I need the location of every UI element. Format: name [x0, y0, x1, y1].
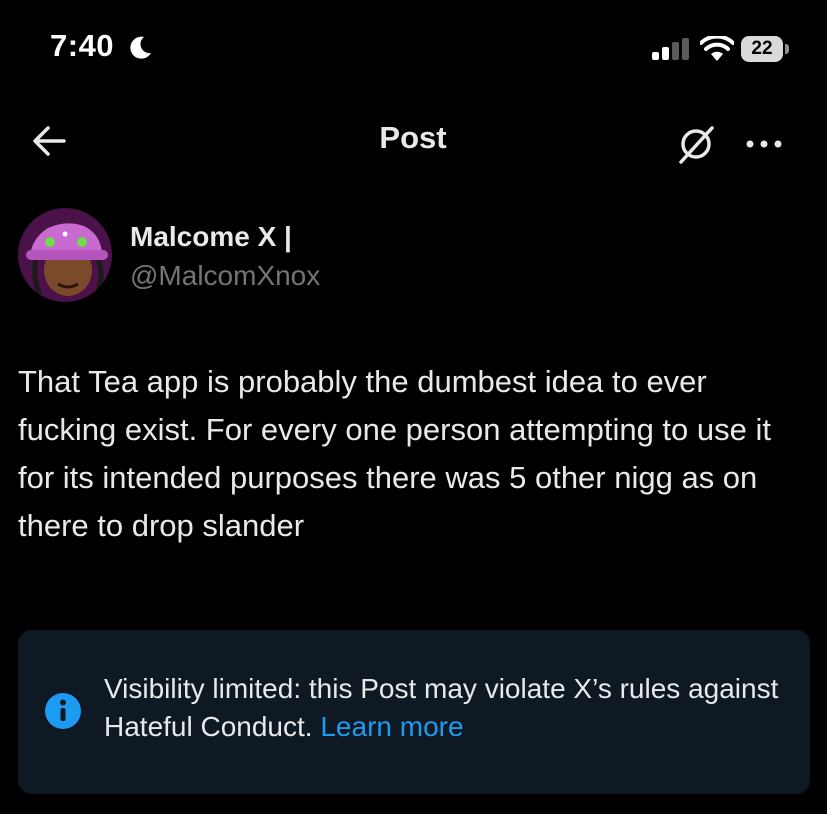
- page-title: Post: [379, 120, 447, 155]
- nav-header: Post: [0, 100, 827, 184]
- grok-icon: [679, 126, 714, 164]
- post-author: Malcome X | @MalcomXnox: [0, 205, 827, 305]
- avatar[interactable]: [18, 208, 112, 302]
- notice-text: Visibility limited: this Post may violat…: [104, 670, 794, 746]
- more-button[interactable]: [740, 120, 788, 168]
- visibility-notice: Visibility limited: this Post may violat…: [18, 630, 810, 794]
- avatar-image: [18, 208, 112, 302]
- status-bar: 7:40 22: [0, 0, 827, 100]
- learn-more-link[interactable]: Learn more: [320, 711, 463, 742]
- display-name[interactable]: Malcome X |: [130, 221, 292, 253]
- battery-cap: [785, 44, 789, 54]
- moon-icon: [130, 36, 151, 59]
- battery-icon: 22: [741, 36, 789, 62]
- wifi-icon: [700, 36, 734, 61]
- grok-button[interactable]: [672, 120, 720, 168]
- back-button[interactable]: [26, 118, 74, 164]
- info-icon: [45, 693, 81, 729]
- battery-level: 22: [751, 38, 773, 59]
- status-time: 7:40: [50, 28, 115, 63]
- author-handle[interactable]: @MalcomXnox: [130, 260, 320, 292]
- post-text: That Tea app is probably the dumbest ide…: [18, 364, 771, 543]
- back-arrow-icon: [33, 126, 66, 156]
- signal-icon: [652, 38, 689, 60]
- more-icon: [746, 140, 782, 148]
